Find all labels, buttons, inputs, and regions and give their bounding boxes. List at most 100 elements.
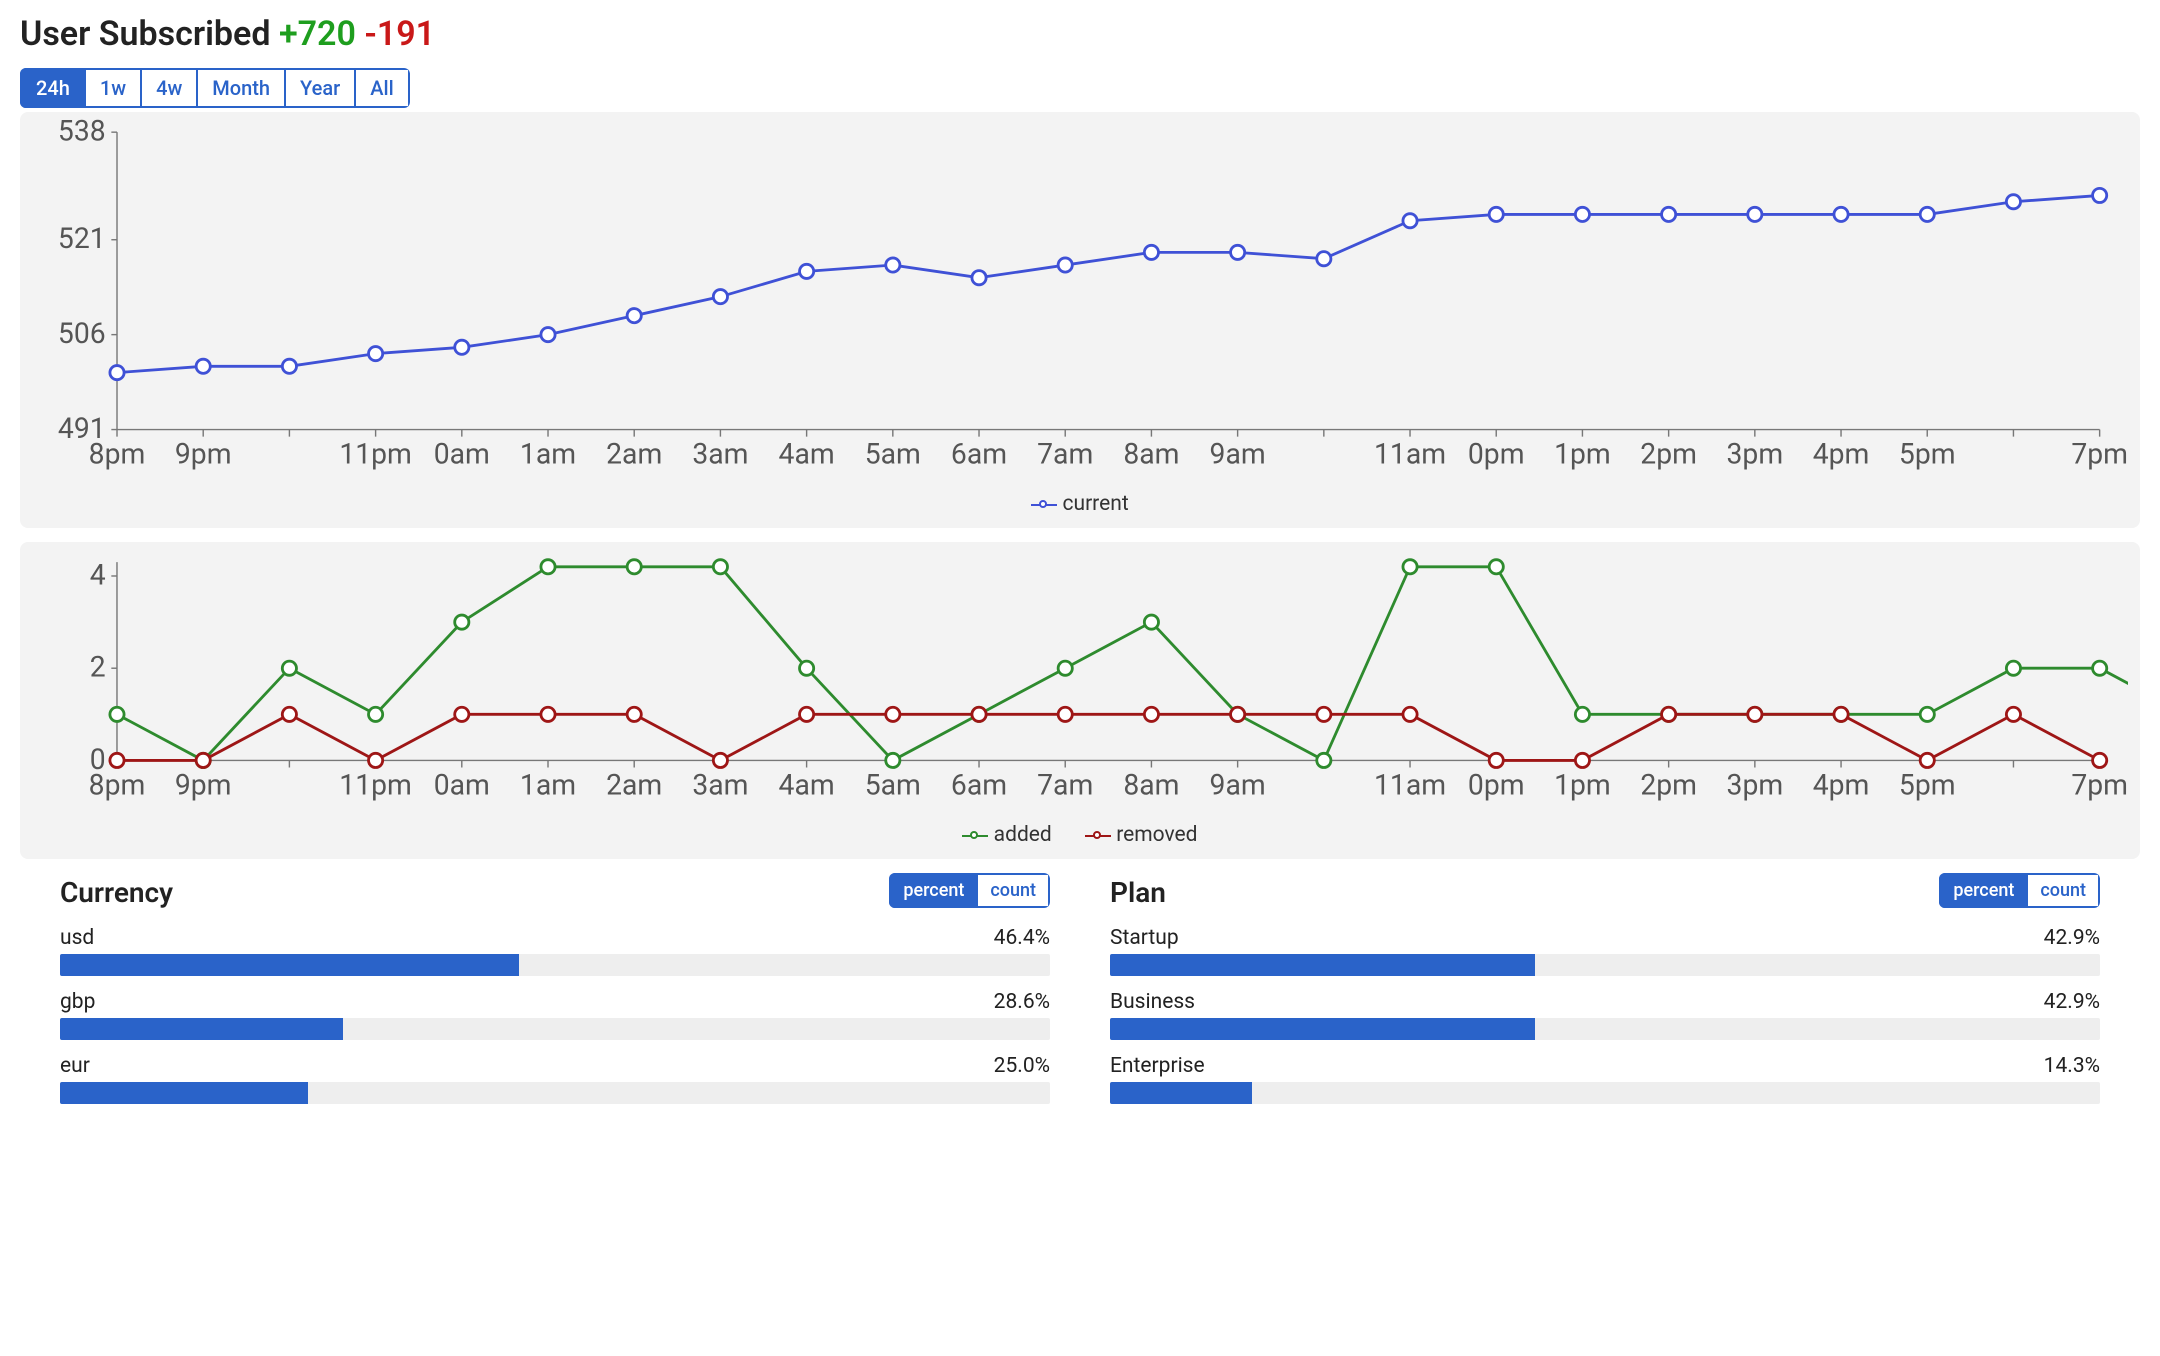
plan-value: 42.9% — [2044, 990, 2100, 1014]
x-tick: 7pm — [2071, 438, 2128, 471]
point-added — [2006, 661, 2020, 675]
point-added — [2093, 661, 2107, 675]
point-removed — [972, 707, 986, 721]
point-current — [196, 359, 210, 373]
x-tick: 8am — [1123, 438, 1179, 471]
x-tick: 0pm — [1468, 769, 1525, 802]
time-tab-1w[interactable]: 1w — [86, 68, 142, 108]
series-removed — [117, 715, 2100, 761]
plan-bar-fill — [1110, 1018, 1535, 1040]
x-tick: 4pm — [1813, 769, 1870, 802]
currency-bar-fill — [60, 1082, 308, 1104]
x-tick: 2am — [606, 438, 662, 471]
x-tick: 4pm — [1813, 438, 1870, 471]
point-removed — [541, 707, 555, 721]
legend-label-removed: removed — [1116, 823, 1197, 847]
point-added — [1489, 560, 1503, 574]
x-tick: 2pm — [1640, 769, 1697, 802]
legend-current: current — [32, 490, 2128, 520]
plan-toggle-percent[interactable]: percent — [1939, 873, 2028, 908]
point-removed — [800, 707, 814, 721]
point-removed — [1317, 707, 1331, 721]
currency-row-gbp: gbp 28.6% — [60, 990, 1050, 1040]
point-removed — [886, 707, 900, 721]
point-current — [1058, 258, 1072, 272]
x-tick: 7am — [1037, 769, 1093, 802]
time-range-tabs: 24h1w4wMonthYearAll — [20, 68, 410, 108]
point-added — [1317, 754, 1331, 768]
x-tick: 1am — [520, 438, 576, 471]
time-tab-24h[interactable]: 24h — [20, 68, 86, 108]
point-removed — [1058, 707, 1072, 721]
x-tick: 6am — [951, 438, 1007, 471]
plan-toggle-count[interactable]: count — [2028, 873, 2100, 908]
currency-toggle-percent[interactable]: percent — [889, 873, 978, 908]
plan-label: Enterprise — [1110, 1054, 1205, 1078]
currency-toggle-count[interactable]: count — [978, 873, 1050, 908]
x-tick: 3am — [692, 769, 748, 802]
point-current — [1489, 207, 1503, 221]
x-tick: 8pm — [89, 438, 146, 471]
time-tab-month[interactable]: Month — [198, 68, 286, 108]
x-tick: 4am — [779, 438, 835, 471]
time-tab-all[interactable]: All — [356, 68, 409, 108]
currency-bar-track — [60, 1082, 1050, 1104]
x-tick: 7am — [1037, 438, 1093, 471]
x-tick: 3pm — [1727, 438, 1784, 471]
currency-value: 46.4% — [994, 926, 1050, 950]
point-removed — [1403, 707, 1417, 721]
x-tick: 9pm — [175, 769, 232, 802]
point-added — [1403, 560, 1417, 574]
time-tab-4w[interactable]: 4w — [142, 68, 198, 108]
y-tick: 521 — [58, 222, 106, 255]
point-removed — [1489, 754, 1503, 768]
currency-value: 28.6% — [994, 990, 1050, 1014]
currency-label: gbp — [60, 990, 95, 1014]
x-tick: 0pm — [1468, 438, 1525, 471]
point-added — [800, 661, 814, 675]
point-removed — [2093, 754, 2107, 768]
point-added — [713, 560, 727, 574]
x-tick: 1pm — [1554, 769, 1611, 802]
point-added — [541, 560, 555, 574]
point-current — [1834, 207, 1848, 221]
point-removed — [369, 754, 383, 768]
point-removed — [282, 707, 296, 721]
point-removed — [627, 707, 641, 721]
time-tab-year[interactable]: Year — [286, 68, 356, 108]
chart-added-removed: 0248pm9pm11pm0am1am2am3am4am5am6am7am8am… — [32, 548, 2128, 817]
currency-bar-fill — [60, 1018, 343, 1040]
x-tick: 8pm — [89, 769, 146, 802]
x-tick: 5am — [865, 438, 921, 471]
point-removed — [1748, 707, 1762, 721]
point-current — [1403, 214, 1417, 228]
chart-panel-added-removed: 0248pm9pm11pm0am1am2am3am4am5am6am7am8am… — [20, 542, 2140, 859]
legend-marker-added — [962, 829, 988, 843]
point-added — [1575, 707, 1589, 721]
page-title: User Subscribed +720 -191 — [20, 14, 2140, 54]
delta-positive: +720 — [279, 14, 356, 54]
x-tick: 7pm — [2071, 769, 2128, 802]
point-added — [627, 560, 641, 574]
currency-title: Currency — [60, 876, 173, 909]
x-tick: 6am — [951, 769, 1007, 802]
plan-bar-fill — [1110, 1082, 1252, 1104]
currency-panel: Currency percentcount usd46.4%gbp28.6%eu… — [60, 873, 1050, 1118]
point-added — [1920, 707, 1934, 721]
point-current — [627, 309, 641, 323]
x-tick: 5pm — [1899, 769, 1956, 802]
y-tick: 538 — [58, 118, 106, 148]
plan-row-enterprise: Enterprise14.3% — [1110, 1054, 2100, 1104]
point-added — [1058, 661, 1072, 675]
point-current — [541, 328, 555, 342]
delta-negative: -191 — [364, 14, 435, 54]
point-removed — [455, 707, 469, 721]
x-tick: 2pm — [1640, 438, 1697, 471]
plan-bar-fill — [1110, 954, 1535, 976]
currency-label: usd — [60, 926, 94, 950]
x-tick: 1pm — [1554, 438, 1611, 471]
x-tick: 1am — [520, 769, 576, 802]
point-removed — [1920, 754, 1934, 768]
x-tick: 11am — [1374, 769, 1446, 802]
point-added — [369, 707, 383, 721]
